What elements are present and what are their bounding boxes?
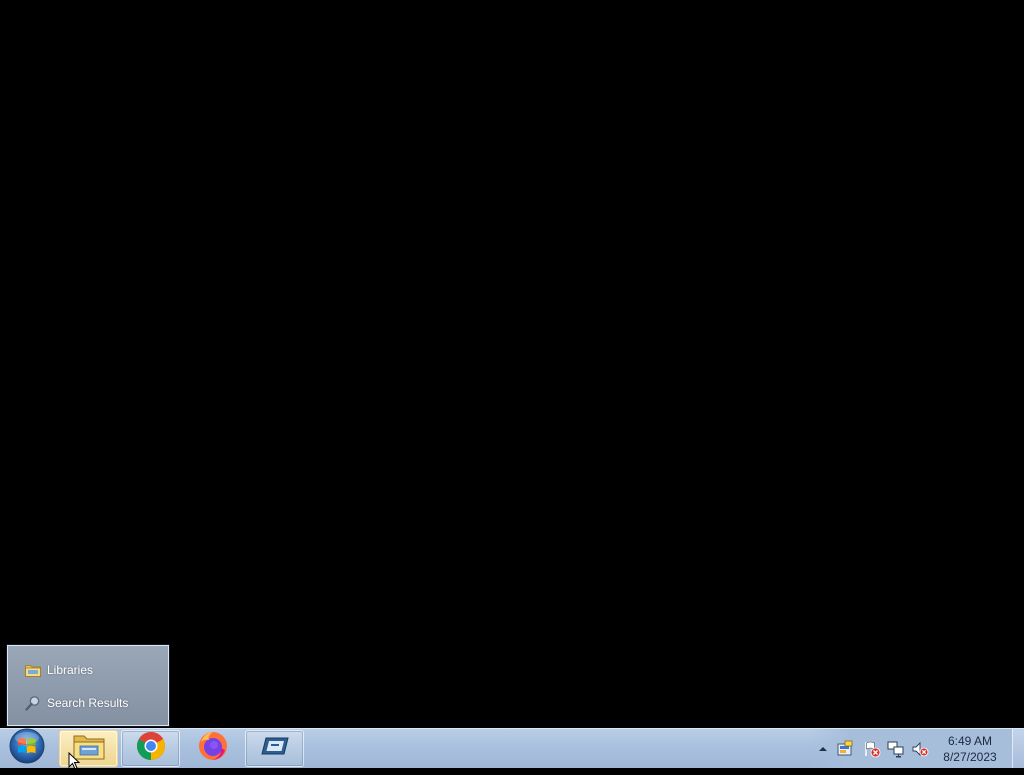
- taskbar-button-vmware[interactable]: [245, 730, 304, 767]
- clock-time: 6:49 AM: [947, 734, 993, 748]
- jumplist-item-libraries[interactable]: Libraries: [24, 659, 164, 681]
- libraries-folder-icon: [24, 661, 42, 679]
- network-icon[interactable]: [887, 740, 905, 758]
- taskbar-button-firefox[interactable]: [183, 730, 242, 767]
- firefox-icon: [197, 730, 229, 767]
- jumplist-item-search-results[interactable]: Search Results: [24, 692, 164, 714]
- action-center-flag-icon[interactable]: [863, 740, 881, 758]
- start-button[interactable]: [4, 727, 50, 770]
- explorer-jump-list: Libraries Search Results: [7, 645, 169, 726]
- chrome-icon: [136, 731, 166, 766]
- mouse-cursor-icon: [68, 751, 81, 770]
- system-clock[interactable]: 6:49 AM 8/27/2023: [938, 733, 1002, 765]
- show-hidden-icons-arrow[interactable]: [814, 740, 832, 758]
- search-icon: [24, 694, 42, 712]
- jumplist-item-label: Libraries: [47, 663, 94, 677]
- desktop: [0, 0, 1024, 728]
- taskbar: 6:49 AM 8/27/2023: [0, 728, 1024, 768]
- vmware-icon: [260, 735, 290, 762]
- windows-start-orb-icon: [8, 727, 46, 770]
- volume-muted-icon[interactable]: [911, 740, 929, 758]
- jumplist-item-label: Search Results: [47, 696, 129, 710]
- clock-date: 8/27/2023: [943, 750, 997, 764]
- tray-app-icon[interactable]: [836, 740, 854, 758]
- taskbar-button-chrome[interactable]: [121, 730, 180, 767]
- notification-area: 6:49 AM 8/27/2023: [810, 729, 1024, 768]
- show-desktop-button[interactable]: [1012, 729, 1024, 768]
